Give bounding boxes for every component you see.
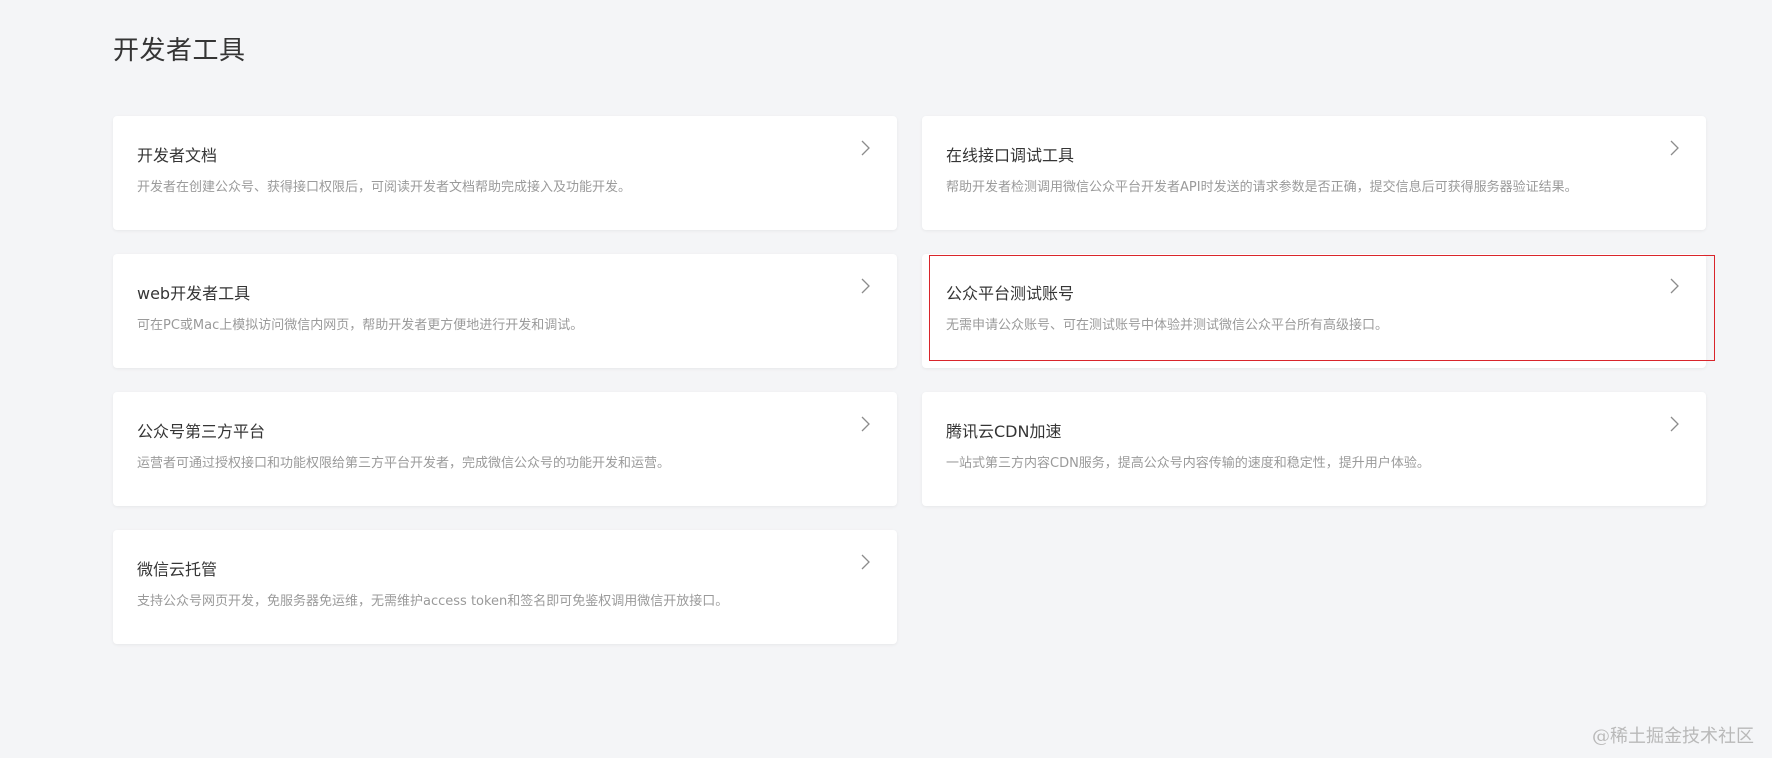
card-description: 一站式第三方内容CDN服务，提高公众号内容传输的速度和稳定性，提升用户体验。 [946,456,1430,471]
chevron-right-icon [1666,278,1682,294]
card-title: 腾讯云CDN加速 [946,422,1062,441]
card-description: 支持公众号网页开发，免服务器免运维，无需维护access token和签名即可免… [137,594,729,609]
page-title: 开发者工具 [113,36,246,66]
card-title: 公众号第三方平台 [137,422,266,441]
chevron-right-icon [1666,140,1682,156]
card-tencent-cdn[interactable]: 腾讯云CDN加速 一站式第三方内容CDN服务，提高公众号内容传输的速度和稳定性，… [922,392,1706,506]
card-description: 无需申请公众账号、可在测试账号中体验并测试微信公众平台所有高级接口。 [946,318,1389,333]
card-description: 开发者在创建公众号、获得接口权限后，可阅读开发者文档帮助完成接入及功能开发。 [137,180,632,195]
card-title: 在线接口调试工具 [946,146,1075,165]
card-description: 帮助开发者检测调用微信公众平台开发者API时发送的请求参数是否正确，提交信息后可… [946,180,1578,195]
card-third-party-platform[interactable]: 公众号第三方平台 运营者可通过授权接口和功能权限给第三方平台开发者，完成微信公众… [113,392,897,506]
card-title: 开发者文档 [137,146,218,165]
card-description: 运营者可通过授权接口和功能权限给第三方平台开发者，完成微信公众号的功能开发和运营… [137,456,671,471]
card-description: 可在PC或Mac上模拟访问微信内网页，帮助开发者更方便地进行开发和调试。 [137,318,584,333]
chevron-right-icon [857,140,873,156]
card-online-api-debug-tool[interactable]: 在线接口调试工具 帮助开发者检测调用微信公众平台开发者API时发送的请求参数是否… [922,116,1706,230]
chevron-right-icon [857,554,873,570]
card-wechat-cloud-hosting[interactable]: 微信云托管 支持公众号网页开发，免服务器免运维，无需维护access token… [113,530,897,644]
chevron-right-icon [1666,416,1682,432]
card-title: web开发者工具 [137,284,251,303]
card-developer-docs[interactable]: 开发者文档 开发者在创建公众号、获得接口权限后，可阅读开发者文档帮助完成接入及功… [113,116,897,230]
chevron-right-icon [857,278,873,294]
watermark: @稀土掘金技术社区 [1592,726,1754,747]
card-test-account[interactable]: 公众平台测试账号 无需申请公众账号、可在测试账号中体验并测试微信公众平台所有高级… [922,254,1706,368]
chevron-right-icon [857,416,873,432]
card-title: 微信云托管 [137,560,218,579]
card-title: 公众平台测试账号 [946,284,1075,303]
card-web-developer-tool[interactable]: web开发者工具 可在PC或Mac上模拟访问微信内网页，帮助开发者更方便地进行开… [113,254,897,368]
